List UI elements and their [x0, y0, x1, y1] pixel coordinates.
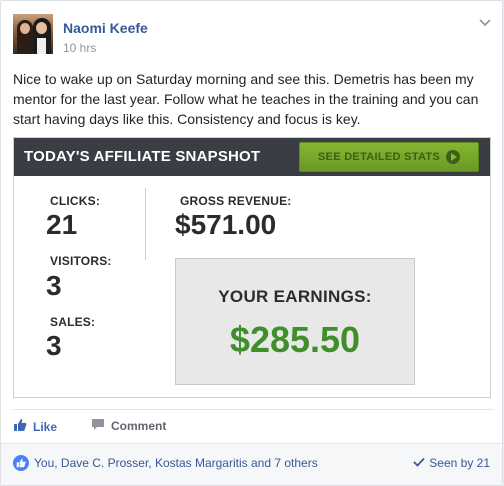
clicks-label: CLICKS:: [50, 194, 101, 208]
post-actions-bar: Like Comment: [13, 409, 493, 441]
visitors-label: VISITORS:: [50, 254, 112, 268]
metrics-divider: [145, 188, 146, 260]
affiliate-snapshot-image[interactable]: TODAY'S AFFILIATE SNAPSHOT SEE DETAILED …: [13, 137, 491, 398]
reactions-summary[interactable]: You, Dave C. Prosser, Kostas Margaritis …: [34, 456, 318, 470]
see-detailed-stats-label: SEE DETAILED STATS: [317, 151, 441, 163]
gross-revenue-label: GROSS REVENUE:: [180, 194, 292, 208]
author-name[interactable]: Naomi Keefe: [63, 20, 148, 36]
earnings-value: $285.50: [229, 319, 361, 360]
snapshot-header-bar: TODAY'S AFFILIATE SNAPSHOT SEE DETAILED …: [14, 138, 490, 176]
visitors-value: 3: [46, 270, 62, 301]
sales-value: 3: [46, 330, 62, 361]
like-reaction-icon[interactable]: [13, 455, 29, 471]
comment-icon: [91, 418, 105, 434]
comment-button[interactable]: Comment: [91, 418, 166, 434]
earnings-box: YOUR EARNINGS: $285.50: [175, 258, 415, 385]
sales-label: SALES:: [50, 315, 96, 329]
seen-by-label: Seen by 21: [429, 456, 490, 470]
like-button[interactable]: Like: [13, 418, 57, 435]
seen-by[interactable]: Seen by 21: [413, 456, 490, 470]
see-detailed-stats-button: SEE DETAILED STATS: [299, 142, 479, 172]
clicks-value: 21: [46, 209, 78, 240]
play-icon: [446, 150, 461, 164]
post-card: Naomi Keefe 10 hrs Nice to wake up on Sa…: [0, 0, 503, 486]
gross-revenue-value: $571.00: [175, 209, 277, 240]
like-label: Like: [33, 419, 58, 434]
post-header: Naomi Keefe 10 hrs: [13, 13, 493, 59]
thumbs-up-icon: [13, 418, 27, 435]
author-avatar[interactable]: [13, 14, 53, 54]
snapshot-title: TODAY'S AFFILIATE SNAPSHOT: [24, 148, 261, 165]
chevron-down-icon[interactable]: [477, 15, 493, 31]
earnings-label: YOUR EARNINGS:: [218, 287, 372, 306]
checkmark-icon: [413, 456, 425, 470]
post-timestamp[interactable]: 10 hrs: [63, 41, 96, 55]
reactions-bar: You, Dave C. Prosser, Kostas Margaritis …: [1, 443, 502, 485]
post-text: Nice to wake up on Saturday morning and …: [13, 71, 479, 127]
comment-label: Comment: [111, 419, 167, 433]
